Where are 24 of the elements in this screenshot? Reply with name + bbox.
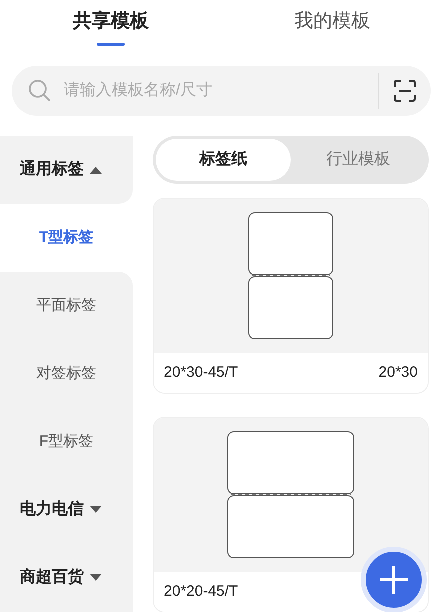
template-card[interactable]: 20*20-45/T — [153, 417, 429, 612]
category-item[interactable]: 通用标签 — [20, 158, 84, 182]
subcategory-item[interactable]: 对签标签 — [0, 340, 133, 408]
template-name: 20*30-45/T — [164, 362, 238, 383]
template-name: 20*20-45/T — [164, 582, 238, 602]
tab[interactable]: 我的模板 — [222, 0, 443, 56]
caret-up-icon — [90, 166, 102, 174]
caret-down-icon — [90, 574, 102, 582]
plus-icon — [379, 565, 409, 595]
tab[interactable]: 共享模板 — [0, 0, 222, 56]
template-size: 20*30 — [378, 362, 418, 383]
subcategory-item[interactable]: 平面标签 — [0, 272, 133, 340]
category-item[interactable]: 商超百货 — [20, 566, 84, 590]
subcategory-item[interactable]: F型标签 — [0, 408, 133, 476]
search-field[interactable]: 请输入模板名称/尺寸 — [64, 79, 364, 103]
caret-down-icon — [90, 506, 102, 514]
scan-icon[interactable] — [393, 79, 417, 103]
segment-tab[interactable]: 标签纸 — [156, 139, 291, 181]
tab-indicator — [96, 43, 125, 46]
search-icon — [28, 79, 52, 103]
search-bar[interactable]: 请输入模板名称/尺寸 — [12, 66, 431, 116]
segment-tab[interactable]: 行业模板 — [291, 139, 426, 181]
template-card[interactable]: 20*30-45/T 20*30 — [153, 198, 429, 394]
category-item[interactable]: 电力电信 — [20, 498, 84, 522]
